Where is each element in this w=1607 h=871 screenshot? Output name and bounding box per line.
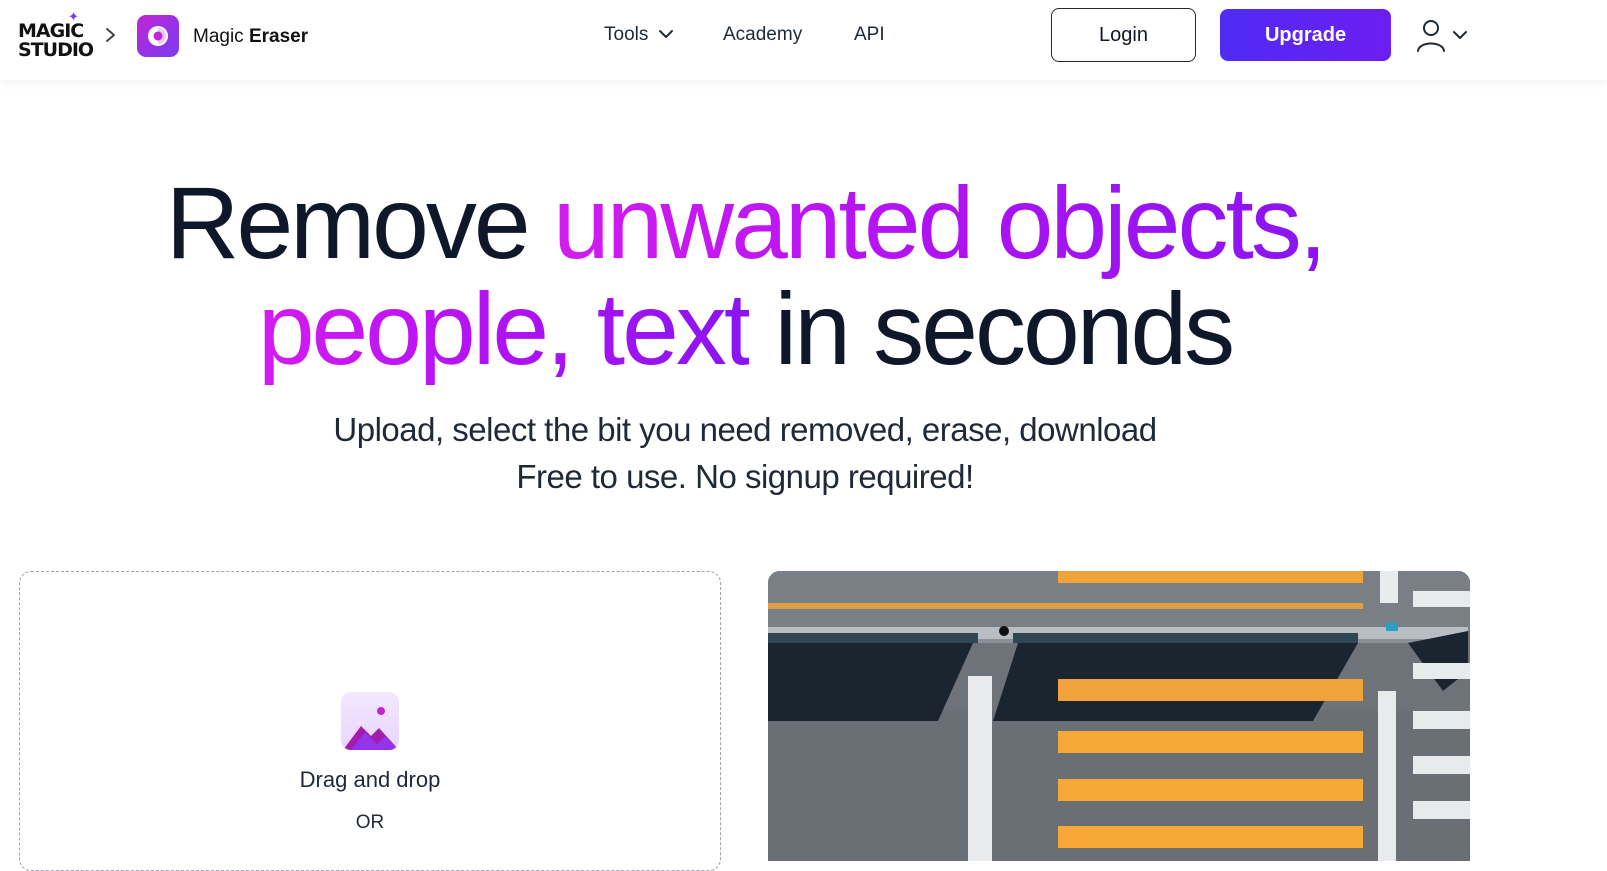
login-button[interactable]: Login [1051,8,1196,62]
headline-line-1: Remove unwanted objects, [165,166,1327,280]
hero-subtitle-1: Upload, select the bit you need removed,… [333,411,1157,448]
headline-plain-2: in seconds [749,272,1236,386]
drag-and-drop-label: Drag and drop [299,767,441,792]
headline-line-2: people, text in seconds [257,272,1236,386]
app-name-regular: Magic [193,26,244,47]
image-upload-icon [341,692,399,750]
headline-highlight-2: people, text [257,272,752,386]
top-navigation-bar: ✦ MAGIC STUDIO Magic Eraser Tools Academ… [0,0,1607,80]
nav-api[interactable]: API [854,24,885,46]
user-menu[interactable] [1414,16,1472,56]
headline-highlight-1: unwanted objects, [552,166,1327,280]
nav-academy[interactable]: Academy [723,24,802,46]
crosswalk-example-image [768,571,1470,861]
magic-eraser-icon[interactable] [137,15,179,57]
chevron-right-icon [104,22,124,50]
nav-tools[interactable]: Tools [604,24,648,46]
app-name[interactable]: Magic Eraser [193,26,308,48]
chevron-down-icon[interactable] [657,27,675,46]
or-label: OR [355,812,385,833]
user-icon [1417,20,1445,52]
upgrade-button[interactable]: Upgrade [1220,9,1391,61]
headline-plain-1: Remove [165,166,553,280]
app-name-bold: Eraser [248,26,309,47]
hero-headline: Remove unwanted objects, people, text in… [0,170,1490,382]
logo-text-line-2: STUDIO [18,39,94,61]
chevron-down-icon [1453,31,1467,39]
upload-dropzone[interactable]: Drag and drop OR [19,571,721,871]
hero-subtitle-2: Free to use. No signup required! [516,458,974,495]
magic-studio-logo[interactable]: ✦ MAGIC STUDIO [18,10,94,62]
